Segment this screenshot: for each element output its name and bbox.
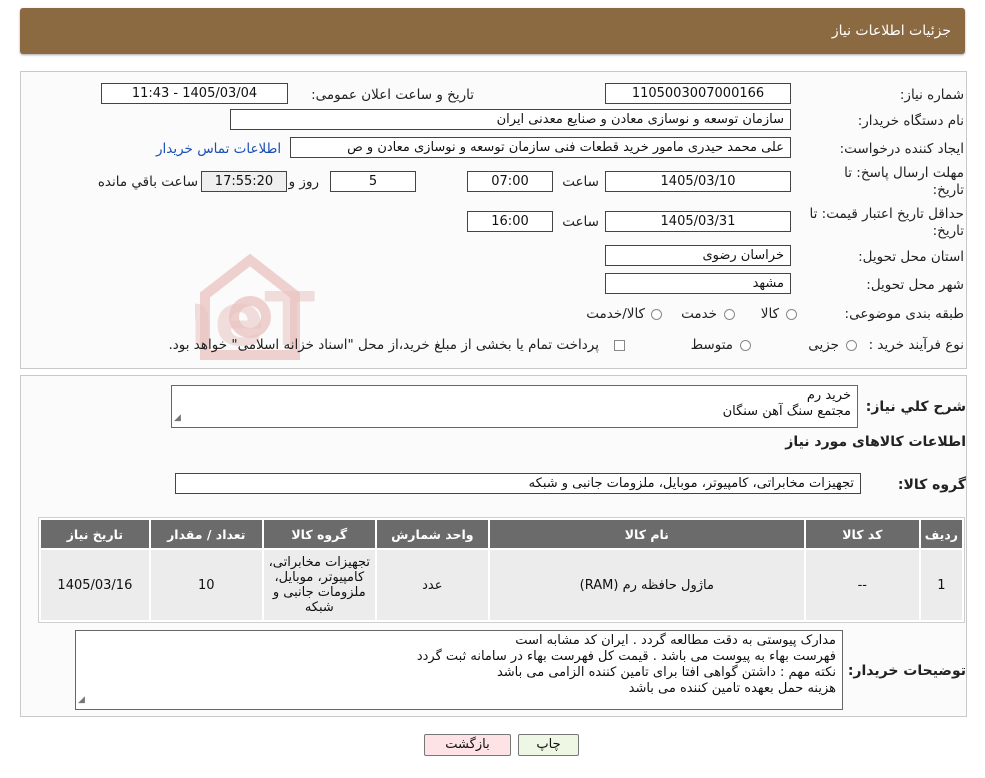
deadline-time-label: ساعت: [562, 174, 599, 190]
col-quantity: تعداد / مقدار: [150, 520, 262, 548]
goods-group-label: گروه کالا:: [897, 477, 966, 493]
buyer-notes-label: توضیحات خریدار:: [847, 663, 966, 679]
summary-label: شرح کلي نیاز:: [865, 399, 966, 415]
goods-table: ردیف کد کالا نام کالا واحد شمارش گروه کا…: [38, 517, 965, 623]
category-goods-service-label: کالا/خدمت: [586, 306, 645, 322]
announce-date-label: تاریخ و ساعت اعلان عمومی:: [311, 87, 474, 103]
process-treasury-note: پرداخت تمام یا بخشی از مبلغ خرید،از محل …: [168, 337, 599, 353]
cell-name: ماژول حافظه رم (RAM): [489, 550, 804, 620]
cell-quantity: 10: [150, 550, 262, 620]
process-medium-label: متوسط: [690, 337, 733, 353]
days-label: روز و: [288, 174, 319, 190]
price-validity-time-label: ساعت: [562, 214, 599, 230]
page-header: جزئیات اطلاعات نیاز: [20, 8, 965, 54]
summary-line-2: مجتمع سنگ آهن سنگان: [722, 404, 851, 419]
goods-info-title: اطلاعات کالاهای مورد نیاز: [785, 434, 966, 450]
process-treasury-checkbox[interactable]: [614, 340, 625, 351]
category-goods-radio[interactable]: [786, 309, 797, 320]
print-button[interactable]: چاپ: [518, 734, 579, 756]
col-unit: واحد شمارش: [376, 520, 488, 548]
need-number-label: شماره نیاز:: [899, 87, 964, 103]
goods-group-field[interactable]: تجهیزات مخابراتی، کامپیوتر، موبایل، ملزو…: [175, 473, 861, 494]
remaining-days-field[interactable]: 5: [330, 171, 416, 192]
deadline-label: مهلت ارسال پاسخ: تا تاریخ:: [844, 165, 964, 198]
goods-table-header: ردیف کد کالا نام کالا واحد شمارش گروه کا…: [41, 520, 962, 548]
buyer-org-label: نام دستگاه خریدار:: [857, 113, 964, 129]
process-medium-radio[interactable]: [740, 340, 751, 351]
category-service-label: خدمت: [681, 306, 717, 322]
city-field[interactable]: مشهد: [605, 273, 791, 294]
process-minor-radio[interactable]: [846, 340, 857, 351]
process-type-label: نوع فرآیند خرید :: [868, 337, 964, 353]
buyer-org-field[interactable]: سازمان توسعه و نوسازی معادن و صنایع معدن…: [230, 109, 791, 130]
table-row[interactable]: 1 -- ماژول حافظه رم (RAM) عدد تجهیزات مخ…: [41, 550, 962, 620]
price-validity-date-field[interactable]: 1405/03/31: [605, 211, 791, 232]
summary-line-1: خرید رم: [806, 388, 851, 403]
buyer-note-line-3: نکته مهم : داشتن گواهی افتا برای تامین ک…: [496, 665, 836, 680]
deadline-time-field[interactable]: 07:00: [467, 171, 553, 192]
cell-need-date: 1405/03/16: [41, 550, 149, 620]
city-label: شهر محل تحویل:: [866, 277, 964, 293]
col-row: ردیف: [920, 520, 962, 548]
buyer-notes-textarea[interactable]: مدارک پیوستی به دقت مطالعه گردد . ایران …: [75, 630, 843, 710]
buyer-note-line-4: هزینه حمل بعهده تامین کننده می باشد: [628, 681, 836, 696]
category-service-radio[interactable]: [724, 309, 735, 320]
province-field[interactable]: خراسان رضوی: [605, 245, 791, 266]
col-code: کد کالا: [805, 520, 919, 548]
remaining-time-label: ساعت باقي مانده: [97, 174, 198, 190]
resize-grip-icon[interactable]: ◢: [78, 692, 85, 708]
resize-grip-icon[interactable]: ◢: [174, 410, 181, 426]
cell-group: تجهیزات مخابراتی، کامپیوتر، موبایل، ملزو…: [263, 550, 375, 620]
announce-date-field[interactable]: 1405/03/04 - 11:43: [101, 83, 288, 104]
deadline-date-field[interactable]: 1405/03/10: [605, 171, 791, 192]
category-goods-service-radio[interactable]: [651, 309, 662, 320]
buyer-note-line-2: فهرست بهاء به پیوست می باشد . قیمت کل فه…: [416, 649, 836, 664]
page-title: جزئیات اطلاعات نیاز: [831, 23, 951, 39]
remaining-time-field[interactable]: 17:55:20: [201, 171, 287, 192]
buyer-contact-link[interactable]: اطلاعات تماس خریدار: [156, 141, 281, 157]
col-group: گروه کالا: [263, 520, 375, 548]
category-goods-label: کالا: [760, 306, 779, 322]
buyer-note-line-1: مدارک پیوستی به دقت مطالعه گردد . ایران …: [515, 633, 836, 648]
cell-row: 1: [920, 550, 962, 620]
back-button[interactable]: بازگشت: [424, 734, 511, 756]
col-name: نام کالا: [489, 520, 804, 548]
requester-field[interactable]: علی محمد حیدری مامور خرید قطعات فنی سازم…: [290, 137, 791, 158]
requester-label: ایجاد کننده درخواست:: [839, 141, 964, 157]
process-minor-label: جزیی: [808, 337, 839, 353]
category-label: طبقه بندی موضوعی:: [844, 306, 964, 322]
price-validity-time-field[interactable]: 16:00: [467, 211, 553, 232]
province-label: استان محل تحویل:: [858, 249, 964, 265]
price-validity-label: حداقل تاریخ اعتبار قیمت: تا تاریخ:: [809, 206, 964, 239]
summary-textarea[interactable]: خرید رم مجتمع سنگ آهن سنگان ◢: [171, 385, 858, 428]
cell-code: --: [805, 550, 919, 620]
need-number-field[interactable]: 1105003007000166: [605, 83, 791, 104]
col-need-date: تاریخ نیاز: [41, 520, 149, 548]
cell-unit: عدد: [376, 550, 488, 620]
